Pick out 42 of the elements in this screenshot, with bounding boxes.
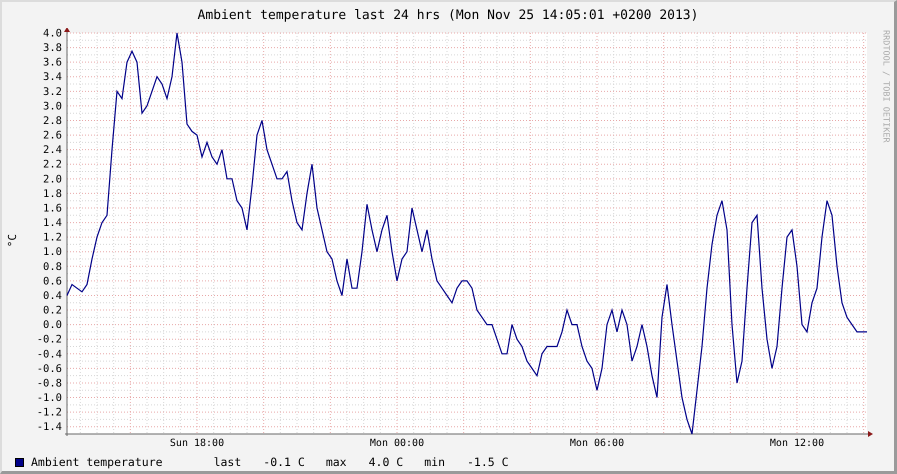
y-tick-label: -0.6 <box>36 362 62 375</box>
y-tick-label: 0.4 <box>43 290 62 302</box>
stat-value: 4.0 C <box>368 455 404 469</box>
y-tick-label: 2.6 <box>43 130 62 142</box>
y-tick-label: 4.0 <box>43 28 62 40</box>
y-axis-label: °C <box>6 234 18 248</box>
y-tick-label: 2.2 <box>43 158 62 171</box>
y-tick-label: 2.8 <box>43 115 62 127</box>
y-tick-label: 0.0 <box>43 319 62 332</box>
stat-label: last <box>214 455 242 469</box>
graph-title: Ambient temperature last 24 hrs (Mon Nov 25 14:05:01 +0200 2013) <box>198 8 698 22</box>
y-tick-label: 0.2 <box>43 304 62 317</box>
y-tick-label: -0.2 <box>36 334 62 346</box>
y-tick-label: 3.6 <box>43 56 62 69</box>
y-tick-label: 3.0 <box>43 100 62 112</box>
y-tick-label: 1.8 <box>43 188 62 200</box>
y-tick-label: -1.0 <box>36 392 62 404</box>
y-tick-label: 3.2 <box>43 86 62 98</box>
y-tick-label: 2.4 <box>43 144 62 156</box>
y-tick-label: 0.6 <box>43 275 62 288</box>
y-tick-label: -1.4 <box>36 421 62 434</box>
stat-value: -1.5 C <box>467 455 509 469</box>
x-tick-label: Mon 06:00 <box>570 438 624 449</box>
y-tick-label: 1.2 <box>43 232 62 244</box>
x-tick-label: Mon 00:00 <box>370 438 424 449</box>
legend-label: Ambient temperature <box>31 455 163 469</box>
y-tick-label: 1.4 <box>43 217 62 230</box>
y-tick-label: -0.8 <box>36 377 62 390</box>
y-tick-label: 0.8 <box>43 260 62 273</box>
y-tick-label: 1.6 <box>43 202 62 214</box>
stat-value: -0.1 C <box>263 455 305 469</box>
y-tick-label: -0.4 <box>36 348 62 360</box>
vendor-label: RRDTOOL / TOBI OETIKER <box>880 30 890 143</box>
y-tick-label: 1.0 <box>43 246 62 258</box>
y-tick-label: 3.4 <box>43 71 62 84</box>
y-tick-label: -1.2 <box>36 406 62 419</box>
x-tick-label: Sun 18:00 <box>170 438 224 449</box>
y-tick-label: 2.0 <box>43 173 62 186</box>
stat-label: max <box>326 455 347 469</box>
stat-label: min <box>424 455 445 469</box>
y-tick-label: 3.8 <box>43 42 62 54</box>
x-tick-label: Mon 12:00 <box>770 438 824 449</box>
